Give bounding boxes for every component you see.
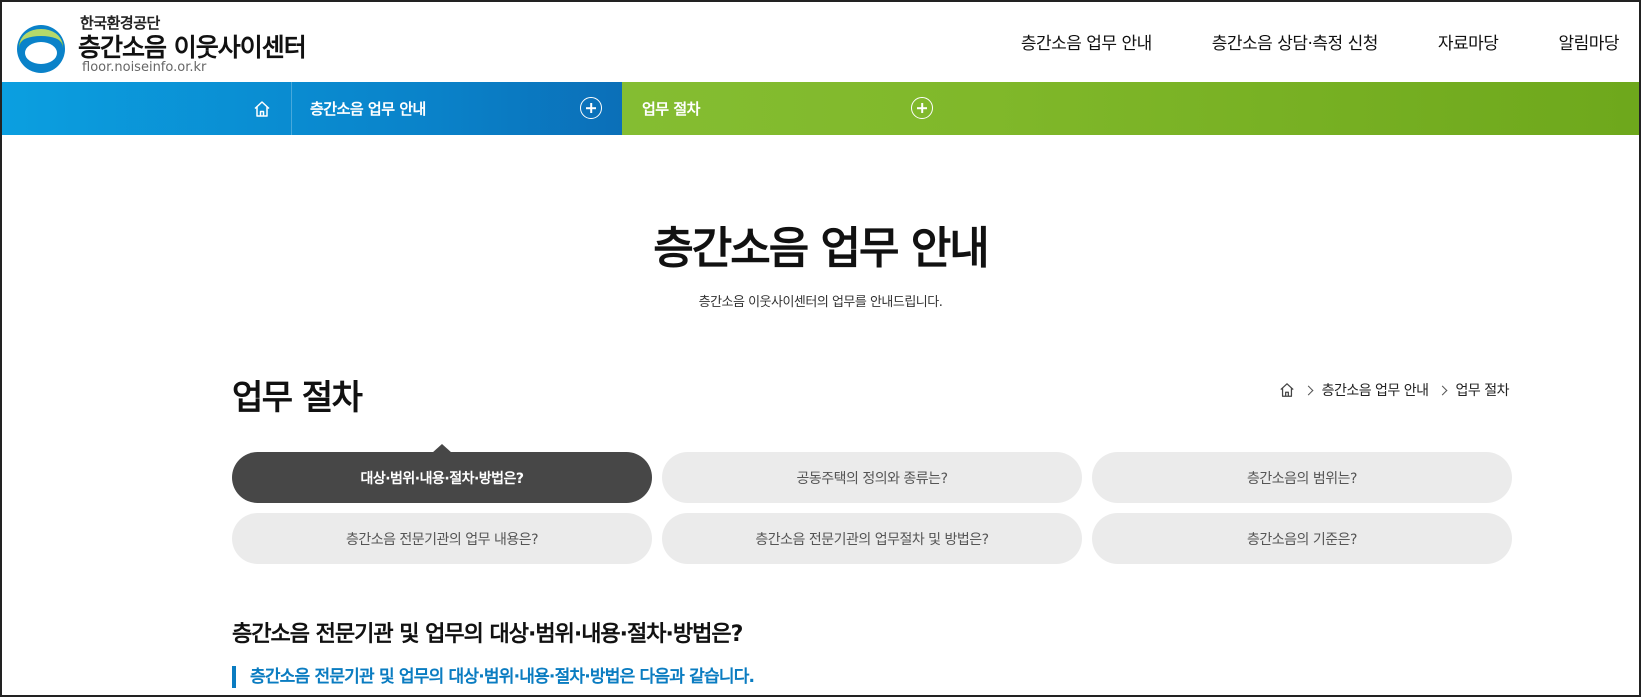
gnb-item-notices[interactable]: 알림마당 — [1558, 29, 1619, 54]
tab-apartment-definition[interactable]: 공동주택의 정의와 종류는? — [662, 452, 1082, 503]
gnb-item-work-guide[interactable]: 층간소음 업무 안내 — [1021, 29, 1152, 54]
logo-mark-icon — [17, 25, 65, 73]
gnb-item-consult-request[interactable]: 층간소음 상담·측정 신청 — [1212, 29, 1379, 54]
home-icon[interactable] — [1279, 382, 1295, 398]
chevron-right-icon — [1437, 385, 1447, 395]
site-header: 한국환경공단 층간소음 이웃사이센터 floor.noiseinfo.or.kr… — [2, 2, 1639, 82]
breadcrumb: 층간소음 업무 안내 업무 절차 — [1279, 380, 1510, 400]
home-icon — [253, 100, 270, 117]
sub-nav-level2[interactable]: 업무 절차 — [622, 82, 942, 135]
breadcrumb-item-current[interactable]: 업무 절차 — [1456, 380, 1510, 400]
page-title: 층간소음 업무 안내 — [653, 223, 989, 274]
tab-noise-standard[interactable]: 층간소음의 기준은? — [1092, 513, 1512, 564]
section-title: 업무 절차 — [232, 378, 363, 418]
tab-target-scope[interactable]: 대상·범위·내용·절차·방법은? — [232, 452, 652, 503]
chevron-right-icon — [1303, 385, 1314, 395]
site-name: 층간소음 이웃사이센터 — [78, 33, 307, 62]
tab-agency-work[interactable]: 층간소음 전문기관의 업무 내용은? — [232, 513, 652, 564]
sub-nav-level1-label: 층간소음 업무 안내 — [310, 100, 426, 118]
sub-nav-level2-label: 업무 절차 — [642, 100, 700, 118]
tab-noise-range[interactable]: 층간소음의 범위는? — [1092, 452, 1512, 503]
global-nav: 층간소음 업무 안내 층간소음 상담·측정 신청 자료마당 알림마당 — [1021, 29, 1620, 54]
plus-circle-icon — [580, 97, 602, 119]
sub-nav-bar: 층간소음 업무 안내 업무 절차 — [2, 82, 1639, 135]
content-heading: 층간소음 전문기관 및 업무의 대상·범위·내용·절차·방법은? — [232, 622, 743, 647]
tab-agency-procedure[interactable]: 층간소음 전문기관의 업무절차 및 방법은? — [662, 513, 1082, 564]
plus-circle-icon — [911, 97, 933, 119]
page-frame: 한국환경공단 층간소음 이웃사이센터 floor.noiseinfo.or.kr… — [0, 0, 1641, 697]
breadcrumb-item-work-guide[interactable]: 층간소음 업무 안내 — [1322, 380, 1429, 400]
sub-nav-level1[interactable]: 층간소음 업무 안내 — [292, 82, 612, 135]
sub-nav-home-button[interactable] — [232, 82, 292, 135]
site-url: floor.noiseinfo.or.kr — [82, 60, 207, 75]
topic-tabs: 대상·범위·내용·절차·방법은? 공동주택의 정의와 종류는? 층간소음의 범위… — [232, 452, 1512, 564]
content-subheading: 층간소음 전문기관 및 업무의 대상·범위·내용·절차·방법은 다음과 같습니다… — [232, 666, 755, 688]
site-logo[interactable]: 한국환경공단 층간소음 이웃사이센터 floor.noiseinfo.or.kr — [16, 10, 316, 78]
page-description: 층간소음 이웃사이센터의 업무를 안내드립니다. — [698, 295, 943, 310]
gnb-item-resources[interactable]: 자료마당 — [1438, 29, 1499, 54]
